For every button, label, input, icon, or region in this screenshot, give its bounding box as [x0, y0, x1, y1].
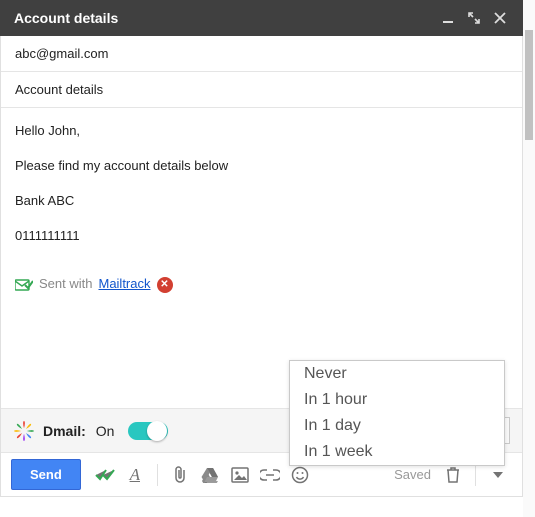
- page-scrollbar-thumb[interactable]: [525, 30, 533, 140]
- mailtrack-icon: [15, 278, 33, 292]
- send-button[interactable]: Send: [11, 459, 81, 490]
- dmail-logo-icon: [13, 420, 35, 442]
- toolbar-separator: [475, 464, 476, 486]
- saved-status: Saved: [394, 467, 431, 482]
- formatting-icon[interactable]: A: [121, 461, 149, 489]
- page-scrollbar-track: [523, 0, 535, 517]
- close-icon[interactable]: [487, 5, 513, 31]
- minimize-icon[interactable]: [435, 5, 461, 31]
- insert-photo-icon[interactable]: [226, 461, 254, 489]
- subject-field[interactable]: Account details: [1, 72, 522, 108]
- dmail-state: On: [96, 423, 115, 439]
- mailtrack-signature: Sent with Mailtrack ✕: [15, 275, 508, 294]
- body-line: Please find my account details below: [15, 157, 508, 176]
- dmail-label: Dmail:: [43, 423, 86, 439]
- destroy-option-1day[interactable]: In 1 day: [290, 413, 504, 439]
- mailtrack-prefix: Sent with: [39, 275, 92, 294]
- attach-icon[interactable]: [166, 461, 194, 489]
- insert-link-icon[interactable]: [256, 461, 284, 489]
- body-line: Bank ABC: [15, 192, 508, 211]
- toggle-knob: [147, 421, 167, 441]
- destroy-option-never[interactable]: Never: [290, 361, 504, 387]
- expand-icon[interactable]: [461, 5, 487, 31]
- mailtrack-toolbar-icon[interactable]: [91, 461, 119, 489]
- destroy-option-1hour[interactable]: In 1 hour: [290, 387, 504, 413]
- body-line: Hello John,: [15, 122, 508, 141]
- to-field[interactable]: abc@gmail.com: [1, 36, 522, 72]
- destroy-option-1week[interactable]: In 1 week: [290, 439, 504, 465]
- drive-icon[interactable]: [196, 461, 224, 489]
- mailtrack-link[interactable]: Mailtrack: [98, 275, 150, 294]
- destroy-dropdown: Never In 1 hour In 1 day In 1 week: [289, 360, 505, 466]
- toolbar-separator: [157, 464, 158, 486]
- mailtrack-remove-icon[interactable]: ✕: [157, 277, 173, 293]
- compose-title: Account details: [14, 10, 435, 26]
- dmail-toggle[interactable]: [128, 422, 168, 440]
- body-line: 0111111111: [15, 227, 508, 246]
- compose-titlebar: Account details: [0, 0, 523, 36]
